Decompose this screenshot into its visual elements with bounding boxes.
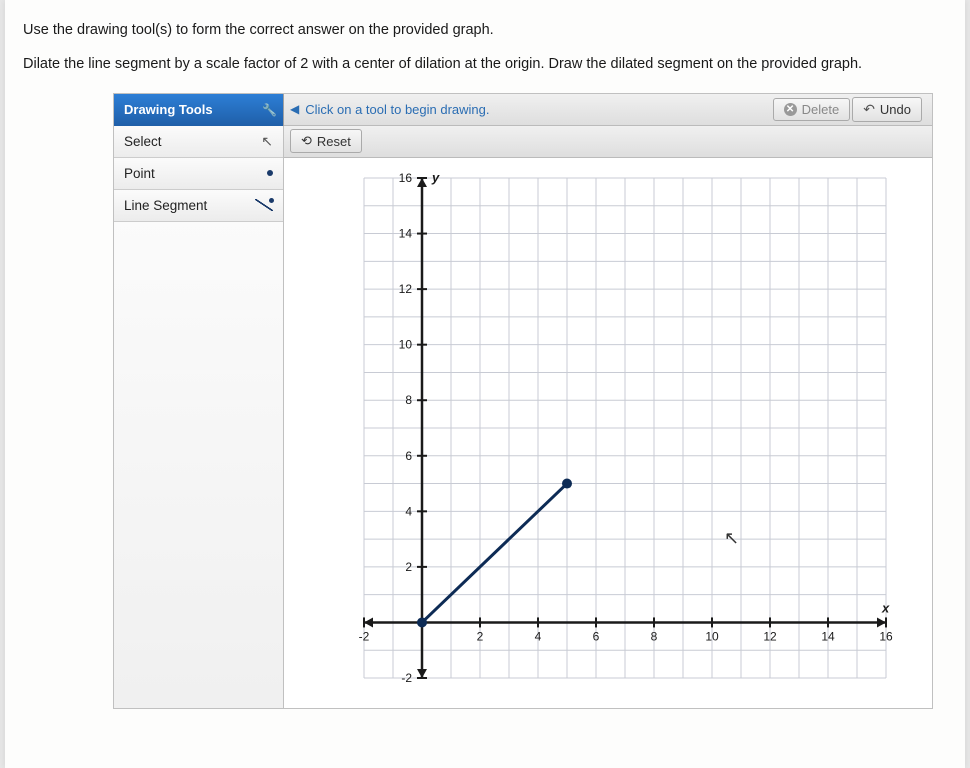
svg-text:2: 2 bbox=[477, 629, 484, 643]
line-segment-icon bbox=[255, 199, 273, 211]
problem-text: Dilate the line segment by a scale facto… bbox=[23, 54, 947, 74]
tool-line-segment[interactable]: Line Segment bbox=[114, 190, 283, 222]
reset-button[interactable]: ⟲ Reset bbox=[290, 129, 362, 153]
tool-point[interactable]: Point bbox=[114, 158, 283, 190]
svg-text:8: 8 bbox=[651, 629, 658, 643]
reset-row: ⟲ Reset bbox=[284, 126, 932, 158]
action-buttons: ✕ Delete ↶ Undo bbox=[771, 94, 932, 126]
reset-icon: ⟲ bbox=[301, 133, 312, 149]
svg-text:x: x bbox=[881, 600, 890, 615]
svg-text:6: 6 bbox=[593, 629, 600, 643]
svg-text:14: 14 bbox=[399, 226, 413, 240]
svg-text:-2: -2 bbox=[401, 671, 412, 685]
point-icon bbox=[267, 170, 273, 176]
wrench-icon: 🔧 bbox=[262, 103, 277, 117]
coordinate-graph[interactable]: -2 2 4 6 8 10 12 14 16 -2 2 4 6 8 10 12 14 16 y x bbox=[324, 168, 904, 708]
svg-text:12: 12 bbox=[399, 282, 413, 296]
svg-text:4: 4 bbox=[405, 504, 412, 518]
top-toolbar: Drawing Tools 🔧 ◀ Click on a tool to beg… bbox=[114, 94, 932, 126]
graph-wrapper: -2246810121416-2246810121416yx ↖ bbox=[284, 158, 932, 708]
svg-text:16: 16 bbox=[399, 171, 413, 185]
undo-label: Undo bbox=[880, 102, 911, 117]
undo-icon: ↶ bbox=[863, 101, 875, 118]
tool-list: Select Point Line Segment bbox=[114, 126, 284, 708]
svg-text:12: 12 bbox=[763, 629, 777, 643]
svg-text:8: 8 bbox=[405, 393, 412, 407]
svg-text:6: 6 bbox=[405, 448, 412, 462]
svg-text:4: 4 bbox=[535, 629, 542, 643]
svg-text:16: 16 bbox=[879, 629, 893, 643]
page-content: Use the drawing tool(s) to form the corr… bbox=[5, 0, 965, 768]
svg-text:10: 10 bbox=[705, 629, 719, 643]
tool-select[interactable]: Select bbox=[114, 126, 283, 158]
svg-text:10: 10 bbox=[399, 337, 413, 351]
hint-text: Click on a tool to begin drawing. bbox=[305, 102, 489, 117]
tool-line-label: Line Segment bbox=[124, 198, 207, 213]
app-body: Select Point Line Segment ⟲ Reset bbox=[114, 126, 932, 708]
tools-header-label: Drawing Tools bbox=[124, 102, 213, 117]
tool-point-label: Point bbox=[124, 166, 155, 181]
close-icon: ✕ bbox=[784, 103, 797, 116]
drawing-app: Drawing Tools 🔧 ◀ Click on a tool to beg… bbox=[113, 93, 933, 709]
svg-text:2: 2 bbox=[405, 559, 412, 573]
svg-text:y: y bbox=[431, 170, 440, 185]
hint-bar: ◀ Click on a tool to begin drawing. bbox=[284, 94, 771, 126]
canvas-area: ⟲ Reset -2246810121416-2246810121416yx ↖ bbox=[284, 126, 932, 708]
cursor-icon bbox=[261, 133, 273, 150]
undo-button[interactable]: ↶ Undo bbox=[852, 97, 922, 122]
tools-panel-header: Drawing Tools 🔧 bbox=[114, 94, 284, 126]
delete-label: Delete bbox=[802, 102, 840, 117]
hint-arrow-icon: ◀ bbox=[290, 102, 299, 116]
svg-text:14: 14 bbox=[821, 629, 835, 643]
svg-text:-2: -2 bbox=[359, 629, 370, 643]
delete-button[interactable]: ✕ Delete bbox=[773, 98, 851, 121]
instruction-text: Use the drawing tool(s) to form the corr… bbox=[23, 20, 947, 40]
tool-select-label: Select bbox=[124, 134, 162, 149]
reset-label: Reset bbox=[317, 134, 351, 149]
